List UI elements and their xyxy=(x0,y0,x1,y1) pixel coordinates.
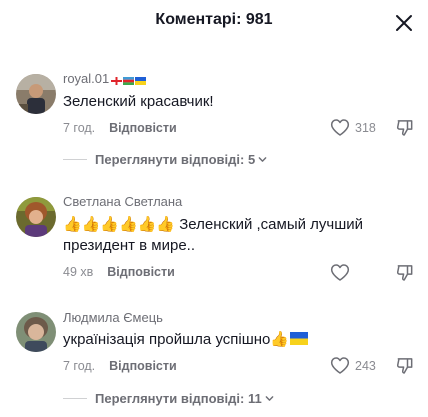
comments-count-title: Коментарі: 981 xyxy=(155,11,273,28)
like-count: 243 xyxy=(355,359,376,373)
view-replies-button[interactable]: Переглянути відповіді: 11 xyxy=(63,390,274,406)
comment-meta: 7 год. Відповісти xyxy=(63,359,177,373)
heart-outline-icon[interactable] xyxy=(330,118,350,137)
comment-author[interactable]: Светлана Светлана xyxy=(63,194,182,209)
ukraine-flag-icon xyxy=(290,332,309,345)
like-count: 318 xyxy=(355,121,376,135)
comment-time: 7 год. xyxy=(63,359,96,373)
azerbaijan-flag-icon xyxy=(123,76,135,85)
avatar[interactable] xyxy=(16,197,56,237)
chevron-down-icon xyxy=(265,395,274,401)
comment-text: Зеленский красавчик! xyxy=(63,93,214,110)
comment-text: українізація пройшла успішно👍 xyxy=(63,329,363,350)
view-replies-label: Переглянути відповіді: 5 xyxy=(95,151,256,167)
reply-button[interactable]: Відповісти xyxy=(109,359,177,373)
heart-outline-icon[interactable] xyxy=(330,263,350,282)
reply-button[interactable]: Відповісти xyxy=(107,265,175,279)
reply-button[interactable]: Відповісти xyxy=(109,121,177,135)
heart-outline-icon[interactable] xyxy=(330,356,350,375)
close-icon xyxy=(396,15,412,31)
close-button[interactable] xyxy=(392,11,416,35)
comment-meta: 7 год. Відповісти xyxy=(63,121,177,135)
chevron-down-icon xyxy=(258,156,267,162)
divider xyxy=(63,397,87,399)
comment-text: 👍👍👍👍👍👍 Зеленский ,самый лучший президент… xyxy=(63,216,364,254)
comment-time: 49 хв xyxy=(63,265,94,279)
view-replies-button[interactable]: Переглянути відповіді: 5 xyxy=(63,151,267,167)
avatar[interactable] xyxy=(16,312,56,352)
thumb-down-icon[interactable] xyxy=(395,263,415,282)
author-flags xyxy=(111,72,147,87)
thumb-down-icon[interactable] xyxy=(395,356,415,375)
ukraine-flag-icon xyxy=(135,76,147,85)
divider xyxy=(63,158,87,160)
georgia-flag-icon xyxy=(111,76,123,85)
comment-meta: 49 хв Відповісти xyxy=(63,265,175,279)
thumb-down-icon[interactable] xyxy=(395,118,415,137)
comment-author[interactable]: Людмила Ємець xyxy=(63,310,163,325)
view-replies-label: Переглянути відповіді: 11 xyxy=(95,390,262,406)
comments-header: Коментарі: 981 xyxy=(0,0,428,46)
comment-time: 7 год. xyxy=(63,121,96,135)
comment-author[interactable]: royal.01 xyxy=(63,71,147,87)
avatar[interactable] xyxy=(16,74,56,114)
